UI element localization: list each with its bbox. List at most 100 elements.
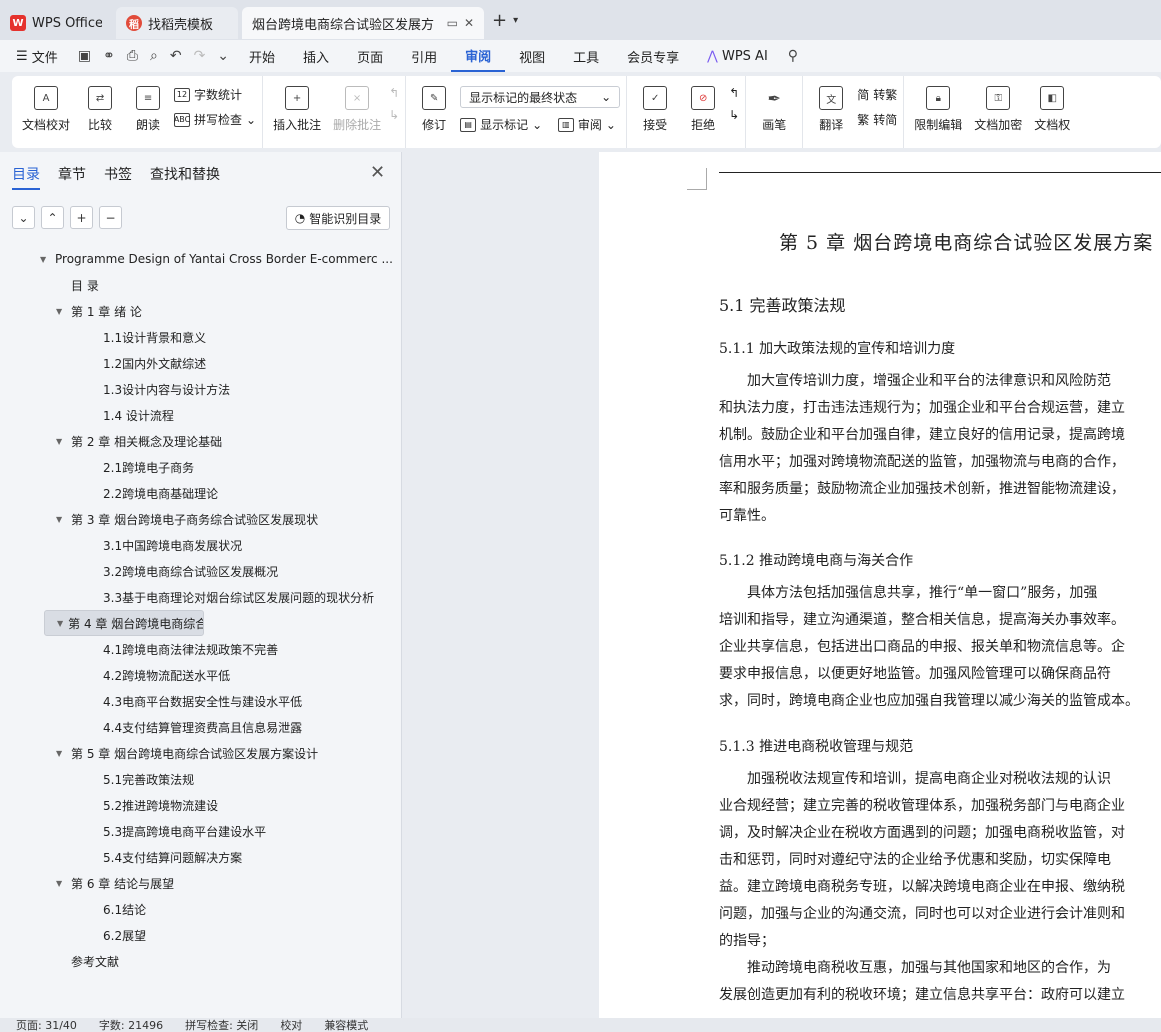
toc-item[interactable]: ▼ 第 6 章 结论与展望 [0,870,402,896]
toc-item[interactable]: 1.2国内外文献综述 [0,350,402,376]
toc-item[interactable]: 1.3设计内容与设计方法 [0,376,402,402]
toc-item[interactable]: 3.3基于电商理论对烟台综试区发展问题的现状分析 [0,584,402,610]
toc-item[interactable]: 3.2跨境电商综合试验区发展概况 [0,558,402,584]
menu-review[interactable]: 审阅 [451,40,506,72]
collapse-all-icon[interactable]: ⌄ [12,206,35,229]
reject-button[interactable]: ⊘ 拒绝 [681,82,725,137]
show-marks-button[interactable]: ▤ 显示标记 ⌄ [460,116,542,133]
monitor-icon[interactable]: ▭ [447,16,458,30]
link-icon[interactable]: ⚭ [97,48,121,64]
toc-item[interactable]: 5.1完善政策法规 [0,766,402,792]
new-tab-icon[interactable]: + [492,10,507,31]
markup-state-select[interactable]: 显示标记的最终状态 ⌄ [460,86,621,108]
spell-status[interactable]: 拼写检查: 关闭 [185,1018,258,1032]
expand-arrow-icon[interactable]: ▼ [56,437,66,446]
toc-item[interactable]: 参考文献 [0,948,402,974]
proof-button[interactable]: A 文档校对 [18,82,74,137]
next-comment-icon[interactable]: ↳ [389,108,399,122]
toc-item[interactable]: ▼ 第 2 章 相关概念及理论基础 [0,428,402,454]
tab-wps-office[interactable]: W WPS Office [0,7,112,39]
toc-item[interactable]: ▼ 第 5 章 烟台跨境电商综合试验区发展方案设计 [0,740,402,766]
close-tab-icon[interactable]: ✕ [464,16,474,30]
toc-item[interactable]: 6.1结论 [0,896,402,922]
tab-template[interactable]: 稻找稻壳模板 [116,7,238,39]
to-simplified-button[interactable]: 繁转简 [857,111,897,128]
read-aloud-button[interactable]: ≡ 朗读 [126,82,170,137]
tab-document[interactable]: W烟台跨境电商综合试验区发展方▭✕ [242,7,484,168]
accept-button[interactable]: ✓ 接受 [633,82,677,137]
add-level-icon[interactable]: + [70,206,93,229]
wps-ai-button[interactable]: ⋀ WPS AI [693,40,782,72]
toc-item[interactable]: ▼ Programme Design of Yantai Cross Border… [0,246,402,272]
search-icon[interactable]: ⚲ [782,48,804,64]
tab-list-chevron-icon[interactable]: ▾ [513,15,518,26]
menu-start[interactable]: 开始 [235,40,289,72]
delete-comment-button[interactable]: × 删除批注 [329,82,385,137]
redo-icon[interactable]: ↷ [188,48,212,64]
insert-comment-button[interactable]: + 插入批注 [269,82,325,137]
toc-item[interactable]: 目 录 [0,272,402,298]
remove-level-icon[interactable]: − [99,206,122,229]
print-icon[interactable]: ⎙ [121,48,144,64]
prev-comment-icon[interactable]: ↰ [389,86,399,100]
restrict-edit-button[interactable]: 🔒︎ 限制编辑 [910,82,966,137]
to-traditional-button[interactable]: 简转繁 [857,86,897,103]
tab-bookmark[interactable]: 书签 [104,164,132,190]
expand-arrow-icon[interactable]: ▼ [57,619,63,628]
menu-tools[interactable]: 工具 [559,40,613,72]
page-indicator[interactable]: 页面: 31/40 [16,1018,77,1032]
expand-arrow-icon[interactable]: ▼ [56,879,66,888]
menu-view[interactable]: 视图 [505,40,559,72]
toc-item[interactable]: 1.4 设计流程 [0,402,402,428]
toc-item[interactable]: 4.1跨境电商法律法规政策不完善 [0,636,402,662]
word-count[interactable]: 字数: 21496 [99,1018,163,1032]
quick-access-chevron-icon[interactable]: ⌄ [211,48,235,64]
next-change-icon[interactable]: ↳ [729,108,739,122]
toc-item[interactable]: ▼ 第 1 章 绪 论 [0,298,402,324]
toc-item[interactable]: 5.4支付结算问题解决方案 [0,844,402,870]
menu-reference[interactable]: 引用 [397,40,451,72]
toc-item[interactable]: 5.3提高跨境电商平台建设水平 [0,818,402,844]
toc-item[interactable]: 3.1中国跨境电商发展状况 [0,532,402,558]
toc-item[interactable]: 5.2推进跨境物流建设 [0,792,402,818]
tab-find-replace[interactable]: 查找和替换 [150,164,220,190]
spell-chevron-icon[interactable]: ⌄ [246,113,256,127]
translate-button[interactable]: 文翻译 [809,82,853,137]
toc-item[interactable]: 1.1设计背景和意义 [0,324,402,350]
spell-check-button[interactable]: ABC 拼写检查 ⌄ [174,111,256,128]
expand-arrow-icon[interactable]: ▼ [56,307,66,316]
encrypt-button[interactable]: ⚿ 文档加密 [970,82,1026,137]
toc-item[interactable]: ▼ 第 3 章 烟台跨境电子商务综合试验区发展现状 [0,506,402,532]
expand-arrow-icon[interactable]: ▼ [56,749,66,758]
doc-permission-button[interactable]: ◧ 文档权 [1030,82,1074,137]
toc-item[interactable]: 4.2跨境物流配送水平低 [0,662,402,688]
tab-chapter[interactable]: 章节 [58,164,86,190]
read-aloud-icon: ≡ [136,86,161,110]
toc-item[interactable]: 2.2跨境电商基础理论 [0,480,402,506]
toc-item[interactable]: 6.2展望 [0,922,402,948]
file-menu[interactable]: ☰ 文件 [0,40,72,72]
pen-button[interactable]: ✒ 画笔 [752,82,796,137]
smart-toc-button[interactable]: ◔ 智能识别目录 [286,206,390,230]
revise-button[interactable]: ✎ 修订 [412,82,456,137]
toc-item[interactable]: 2.1跨境电子商务 [0,454,402,480]
proof-status[interactable]: 校对 [280,1018,302,1032]
toc-item[interactable]: ▼ 第 4 章 烟台跨境电商综合试验区发展存在的问题 [44,610,204,636]
word-count-button[interactable]: 12 字数统计 [174,86,256,103]
undo-icon[interactable]: ↶ [164,48,188,64]
menu-insert[interactable]: 插入 [289,40,343,72]
toc-item[interactable]: 4.4支付结算管理资费高且信息易泄露 [0,714,402,740]
prev-change-icon[interactable]: ↰ [729,86,739,100]
toc-item[interactable]: 4.3电商平台数据安全性与建设水平低 [0,688,402,714]
preview-icon[interactable]: ⌕ [144,48,164,64]
expand-arrow-icon[interactable]: ▼ [56,515,66,524]
menu-member[interactable]: 会员专享 [613,40,693,72]
tab-toc[interactable]: 目录 [12,164,40,190]
expand-up-icon[interactable]: ⌃ [41,206,64,229]
compare-button[interactable]: ⇄ 比较 [78,82,122,137]
expand-arrow-icon[interactable]: ▼ [40,255,50,264]
review-pane-button[interactable]: ▥ 审阅 ⌄ [557,116,616,133]
save-icon[interactable]: ▣ [72,48,97,64]
close-icon[interactable]: ✕ [370,162,385,183]
menu-page[interactable]: 页面 [343,40,397,72]
